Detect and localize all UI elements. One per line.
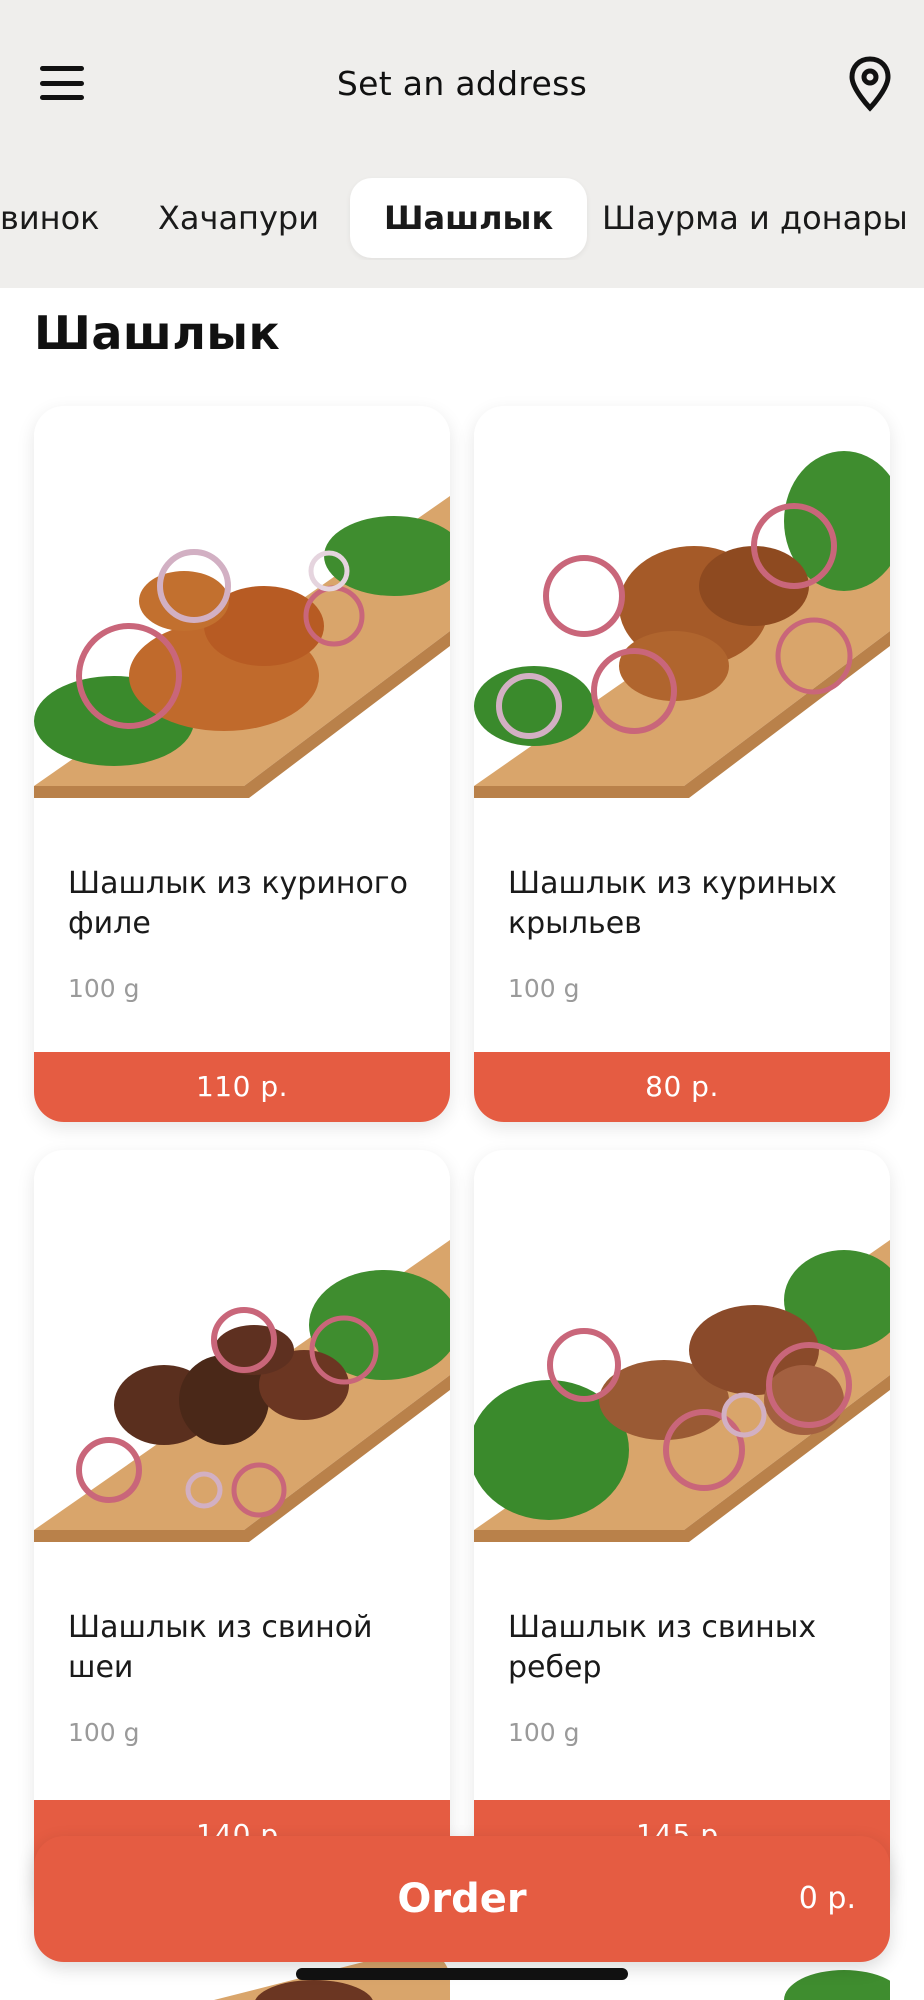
app-header: Set an address винок Хачапури Шашлык Шау…: [0, 0, 924, 288]
tab-shawarma[interactable]: Шаурма и донары: [568, 178, 924, 258]
tab-khachapuri[interactable]: Хачапури: [124, 178, 353, 258]
product-weight: 100 g: [508, 974, 580, 1003]
product-name: Шашлык из свиной шеи: [68, 1610, 373, 1685]
category-tabs: винок Хачапури Шашлык Шаурма и донары: [0, 176, 924, 260]
product-name: Шашлык из свиных ребер: [508, 1610, 817, 1685]
product-image: [34, 406, 450, 806]
product-image: [474, 1150, 890, 1550]
home-indicator[interactable]: [296, 1968, 628, 1980]
tab-category-0[interactable]: винок: [0, 178, 133, 258]
section-title: Шашлык: [34, 306, 281, 360]
product-card[interactable]: Шашлык из куриных крыльев 100 g 80 р.: [474, 406, 890, 1122]
product-price-button[interactable]: 110 р.: [34, 1052, 450, 1122]
product-card[interactable]: Шашлык из куриного филе 100 g 110 р.: [34, 406, 450, 1122]
order-total: 0 р.: [798, 1881, 856, 1916]
product-weight: 100 g: [68, 974, 140, 1003]
order-label: Order: [397, 1876, 527, 1922]
product-price-button[interactable]: 80 р.: [474, 1052, 890, 1122]
product-name: Шашлык из куриных крыльев: [508, 866, 837, 941]
product-weight: 100 g: [508, 1718, 580, 1747]
order-button[interactable]: Order 0 р.: [34, 1836, 890, 1962]
product-image: [474, 406, 890, 806]
set-address-button[interactable]: Set an address: [200, 60, 724, 108]
product-name: Шашлык из куриного филе: [68, 866, 408, 941]
product-image: [34, 1150, 450, 1550]
product-card[interactable]: Шашлык из свиных ребер 100 g 145 р.: [474, 1150, 890, 1910]
product-card[interactable]: Шашлык из свиной шеи 100 g 140 р.: [34, 1150, 450, 1910]
product-weight: 100 g: [68, 1718, 140, 1747]
location-pin-icon[interactable]: [848, 56, 892, 112]
tab-shashlik[interactable]: Шашлык: [350, 178, 588, 258]
hamburger-menu-icon[interactable]: [40, 66, 84, 100]
